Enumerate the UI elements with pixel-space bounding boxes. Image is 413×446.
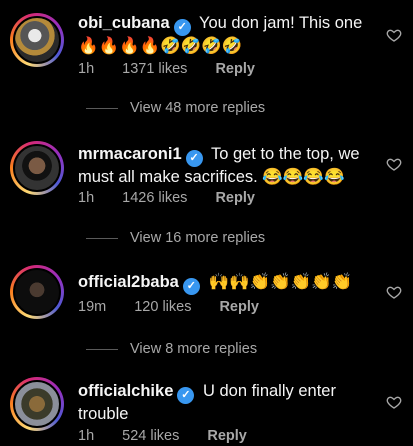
divider-line xyxy=(86,237,118,239)
heart-icon[interactable] xyxy=(386,284,402,300)
verified-badge-icon: ✓ xyxy=(173,19,191,36)
view-more-label[interactable]: View 16 more replies xyxy=(130,230,265,246)
comment-emoji: 🙌🙌👏👏👏👏👏 xyxy=(208,273,353,291)
story-ring[interactable] xyxy=(10,265,64,319)
avatar[interactable] xyxy=(13,144,61,192)
view-more-replies[interactable]: View 48 more replies xyxy=(86,100,265,116)
username[interactable]: obi_cubana xyxy=(78,14,170,32)
like-count[interactable]: 524 likes xyxy=(122,428,179,444)
divider-line xyxy=(86,348,118,350)
reply-button[interactable]: Reply xyxy=(219,299,259,315)
reply-button[interactable]: Reply xyxy=(215,190,255,206)
story-ring[interactable] xyxy=(10,141,64,195)
like-count[interactable]: 1426 likes xyxy=(122,190,187,206)
comment-body: officialchike ✓ U don finally enter troub… xyxy=(78,381,378,425)
story-ring[interactable] xyxy=(10,13,64,67)
view-more-label[interactable]: View 48 more replies xyxy=(130,100,265,116)
heart-icon[interactable] xyxy=(386,156,402,172)
comment-time: 1h xyxy=(78,428,95,444)
comment-time: 19m xyxy=(78,299,107,315)
heart-icon[interactable] xyxy=(386,394,402,410)
comment-body: official2baba ✓ 🙌🙌👏👏👏👏👏 xyxy=(78,272,378,295)
comment-emoji: 🔥🔥🔥🔥🤣🤣🤣🤣 xyxy=(78,37,243,55)
view-more-replies[interactable]: View 16 more replies xyxy=(86,230,265,246)
avatar[interactable] xyxy=(13,16,61,64)
like-count[interactable]: 1371 likes xyxy=(122,61,187,77)
comment-meta: 1h 1426 likes Reply xyxy=(78,190,283,206)
divider-line xyxy=(86,107,118,109)
story-ring[interactable] xyxy=(10,377,64,431)
comment-meta: 19m 120 likes Reply xyxy=(78,299,287,315)
avatar[interactable] xyxy=(13,380,61,428)
view-more-replies[interactable]: View 8 more replies xyxy=(86,341,257,357)
comment-emoji: 😂😂😂😂 xyxy=(262,168,345,186)
comment-body: obi_cubana ✓ You don jam! This one 🔥🔥🔥🔥🤣🤣… xyxy=(78,13,378,57)
comment-meta: 1h 524 likes Reply xyxy=(78,428,275,444)
like-count[interactable]: 120 likes xyxy=(134,299,191,315)
username[interactable]: mrmacaroni1 xyxy=(78,145,182,163)
verified-badge-icon: ✓ xyxy=(182,278,200,295)
avatar[interactable] xyxy=(13,268,61,316)
reply-button[interactable]: Reply xyxy=(215,61,255,77)
verified-badge-icon: ✓ xyxy=(185,150,203,167)
heart-icon[interactable] xyxy=(386,27,402,43)
username[interactable]: officialchike xyxy=(78,382,173,400)
username[interactable]: official2baba xyxy=(78,273,179,291)
comment-text: You don jam! This one xyxy=(198,14,363,32)
verified-badge-icon: ✓ xyxy=(177,387,195,404)
view-more-label[interactable]: View 8 more replies xyxy=(130,341,257,357)
comment-body: mrmacaroni1 ✓ To get to the top, we must … xyxy=(78,144,378,188)
reply-button[interactable]: Reply xyxy=(207,428,247,444)
comment-meta: 1h 1371 likes Reply xyxy=(78,61,283,77)
comment-time: 1h xyxy=(78,61,95,77)
comment-time: 1h xyxy=(78,190,95,206)
